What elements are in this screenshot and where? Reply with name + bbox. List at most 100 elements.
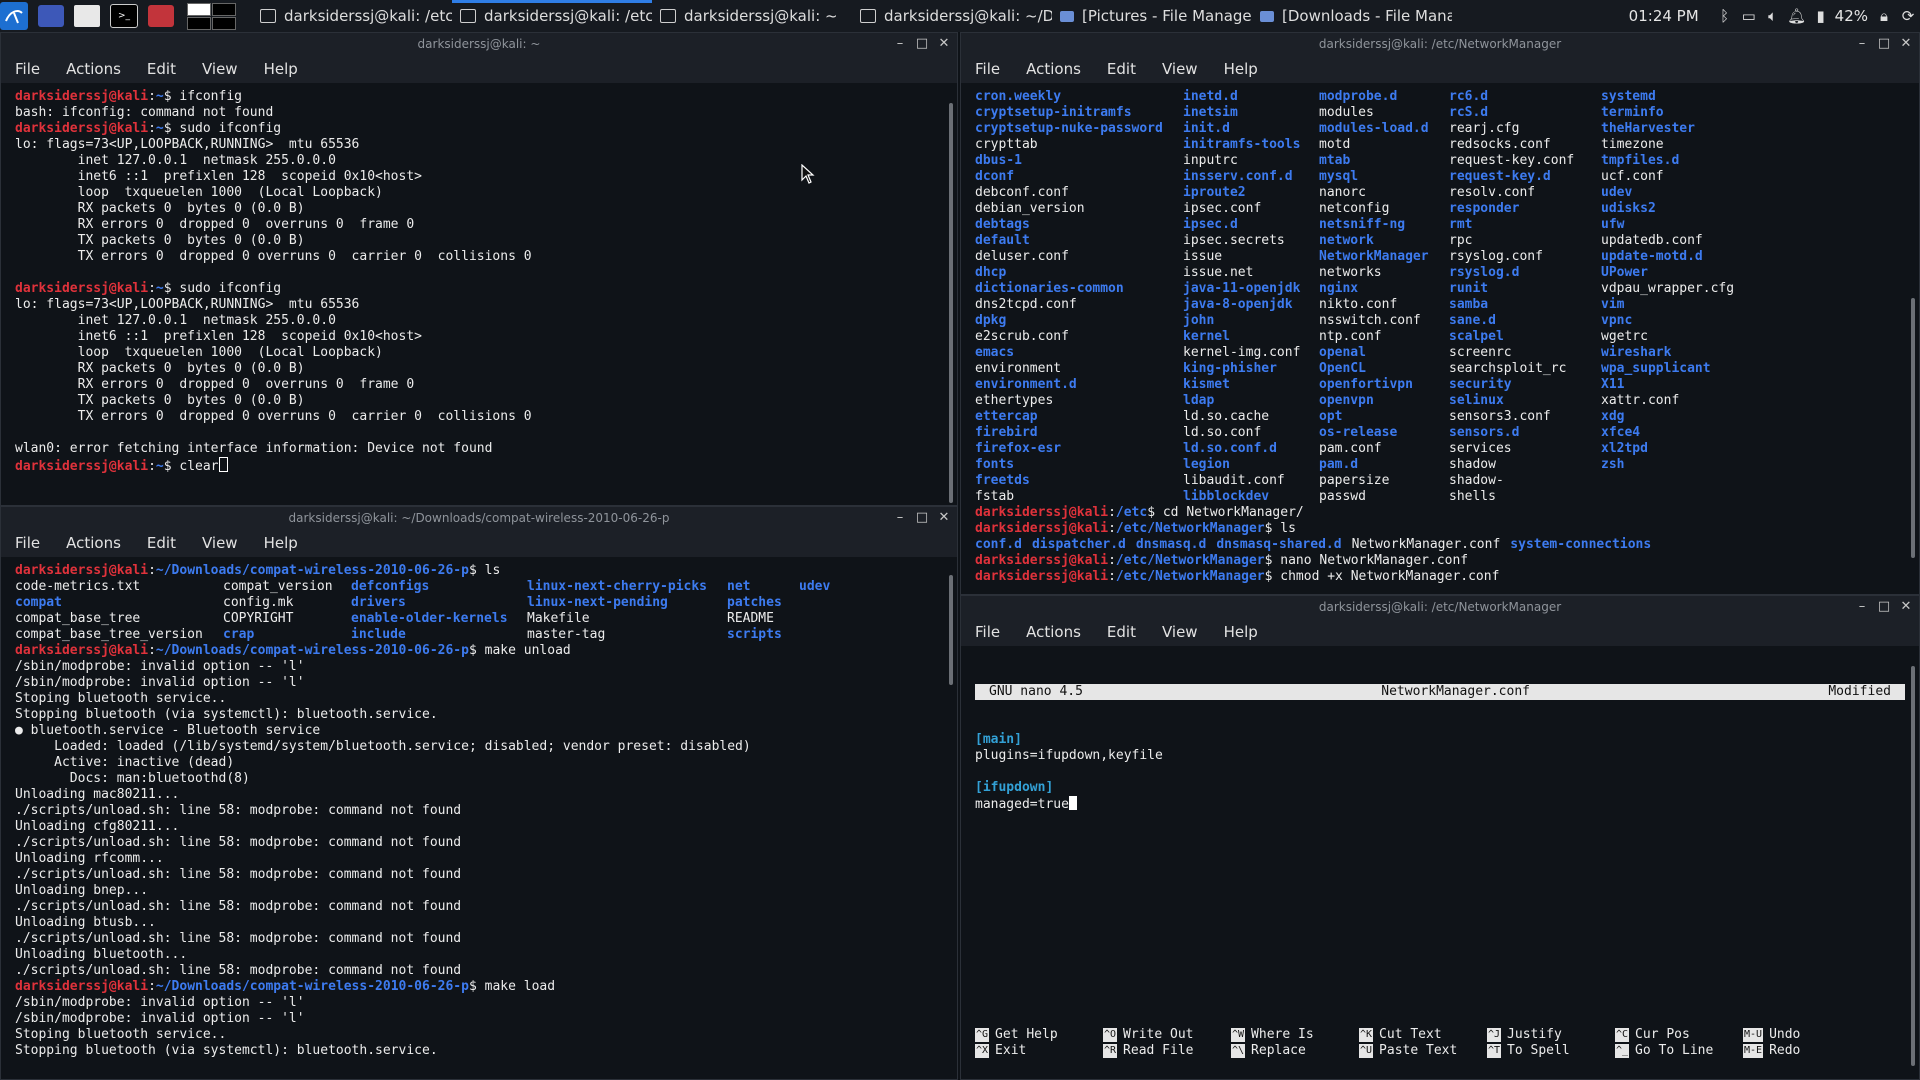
taskbar-task[interactable]: [Downloads - File Mana... <box>1252 0 1452 32</box>
nano-shortcut[interactable]: ^\ Replace <box>1231 1043 1359 1059</box>
minimize-button[interactable]: – <box>893 33 907 55</box>
nano-shortcut[interactable]: ^_ Go To Line <box>1615 1043 1743 1059</box>
taskbar-task[interactable]: darksiderssj@kali: ~ <box>652 0 852 32</box>
scrollbar[interactable] <box>949 103 953 503</box>
maximize-button[interactable]: □ <box>915 33 929 55</box>
ls-directory: OpenCL <box>1319 361 1366 376</box>
maximize-button[interactable]: □ <box>1877 596 1891 618</box>
power-icon[interactable]: ⟳ <box>1896 0 1920 32</box>
taskbar-task[interactable]: darksiderssj@kali: ~/Do... <box>852 0 1052 32</box>
minimize-button[interactable]: – <box>1855 33 1869 55</box>
config-line <box>975 764 1905 780</box>
nano-shortcut[interactable]: ^U Paste Text <box>1359 1043 1487 1059</box>
ls-directory: king-phisher <box>1183 361 1277 376</box>
nano-status: Modified <box>1828 684 1891 699</box>
taskbar-task[interactable]: darksiderssj@kali: /etc/... <box>252 0 452 32</box>
workspace-4[interactable] <box>212 16 236 30</box>
menu-actions[interactable]: Actions <box>1026 623 1081 641</box>
lock-icon[interactable]: 🔒︎ <box>1872 0 1896 32</box>
ls-directory: include <box>351 627 406 642</box>
close-button[interactable]: ✕ <box>1899 33 1913 55</box>
bluetooth-icon[interactable]: ᛒ <box>1713 0 1737 32</box>
nano-shortcut[interactable]: ^W Where Is <box>1231 1027 1359 1043</box>
ls-file: xattr.conf <box>1601 393 1680 408</box>
terminal-launcher-icon[interactable]: >_ <box>110 4 138 28</box>
menu-view[interactable]: View <box>1162 623 1198 641</box>
taskbar-task[interactable]: [Pictures - File Manager] <box>1052 0 1252 32</box>
prompt-user: darksiderssj@kali <box>975 521 1109 536</box>
scrollbar[interactable] <box>949 575 953 685</box>
ls-file: compat_version <box>223 579 333 594</box>
menu-actions[interactable]: Actions <box>66 60 121 78</box>
close-button[interactable]: ✕ <box>1899 596 1913 618</box>
output-line: Unloading cfg80211... <box>15 819 180 834</box>
ls-directory: netsniff-ng <box>1319 217 1406 232</box>
nano-shortcut[interactable]: M-E Redo <box>1743 1043 1871 1059</box>
workspace-3[interactable] <box>187 16 211 30</box>
menu-edit[interactable]: Edit <box>1107 623 1136 641</box>
minimize-button[interactable]: – <box>1855 596 1869 618</box>
menu-view[interactable]: View <box>202 60 238 78</box>
battery-icon[interactable]: ▮ <box>1809 0 1833 32</box>
close-button[interactable]: ✕ <box>937 33 951 55</box>
menu-file[interactable]: File <box>15 60 40 78</box>
menu-actions[interactable]: Actions <box>1026 60 1081 78</box>
menu-actions[interactable]: Actions <box>66 534 121 552</box>
taskbar-task[interactable]: darksiderssj@kali: /etc/... <box>452 0 652 32</box>
taskbar: >_ darksiderssj@kali: /etc/...darksiders… <box>0 0 1920 32</box>
ls-directory: tmpfiles.d <box>1601 153 1680 168</box>
ls-directory: legion <box>1183 457 1230 472</box>
shortcut-key: ^X <box>975 1044 990 1058</box>
menu-view[interactable]: View <box>202 534 238 552</box>
nano-shortcut[interactable]: ^O Write Out <box>1103 1027 1231 1043</box>
ls-directory: zsh <box>1601 457 1625 472</box>
notification-bell-icon[interactable]: 🔔︎ <box>1785 0 1809 32</box>
desktop-icon[interactable] <box>38 5 64 27</box>
terminal-output[interactable]: darksiderssj@kali:~$ ifconfig bash: ifcon… <box>1 83 957 505</box>
terminal-output[interactable]: darksiderssj@kali:~/Downloads/compat-wir… <box>1 557 957 1079</box>
close-button[interactable]: ✕ <box>937 507 951 529</box>
menu-file[interactable]: File <box>975 60 1000 78</box>
menu-edit[interactable]: Edit <box>147 534 176 552</box>
nano-shortcut[interactable]: M-U Undo <box>1743 1027 1871 1043</box>
menu-edit[interactable]: Edit <box>147 60 176 78</box>
nano-shortcut[interactable]: ^C Cur Pos <box>1615 1027 1743 1043</box>
terminal-output[interactable]: cron.weekly inetd.d modprobe.d rc6.d systemd… <box>961 83 1919 594</box>
workspace-1[interactable] <box>187 2 211 16</box>
ls-row: dhcp issue.net networks rsyslog.d UPower <box>975 265 1905 281</box>
ls-row: dns2tcpd.conf java-8-openjdk nikto.conf sam… <box>975 297 1905 313</box>
menu-edit[interactable]: Edit <box>1107 60 1136 78</box>
browser-icon[interactable] <box>148 5 174 27</box>
maximize-button[interactable]: □ <box>1877 33 1891 55</box>
menu-file[interactable]: File <box>975 623 1000 641</box>
kali-menu-icon[interactable] <box>0 2 28 30</box>
nano-shortcut[interactable]: ^J Justify <box>1487 1027 1615 1043</box>
ls-row: cron.weekly inetd.d modprobe.d rc6.d systemd <box>975 89 1905 105</box>
scrollbar[interactable] <box>1911 666 1915 1066</box>
shortcut-key: ^G <box>975 1028 990 1042</box>
menu-file[interactable]: File <box>15 534 40 552</box>
nano-shortcut[interactable]: ^T To Spell <box>1487 1043 1615 1059</box>
ls-file: ethertypes <box>975 393 1054 408</box>
workspace-2[interactable] <box>212 2 236 16</box>
menu-help[interactable]: Help <box>264 534 298 552</box>
prompt-line: darksiderssj@kali:~/Downloads/compat-wir… <box>15 643 943 659</box>
menu-help[interactable]: Help <box>264 60 298 78</box>
display-icon[interactable]: ▭ <box>1737 0 1761 32</box>
nano-shortcut[interactable]: ^R Read File <box>1103 1043 1231 1059</box>
menu-help[interactable]: Help <box>1224 623 1258 641</box>
nano-content[interactable]: [main] plugins=ifupdown,keyfile [ifupdown]… <box>975 732 1905 812</box>
nano-shortcut[interactable]: ^G Get Help <box>975 1027 1103 1043</box>
minimize-button[interactable]: – <box>893 507 907 529</box>
nano-shortcut[interactable]: ^K Cut Text <box>1359 1027 1487 1043</box>
nano-editor[interactable]: GNU nano 4.5 NetworkManager.conf Modifie… <box>961 646 1919 1079</box>
nano-shortcut[interactable]: ^X Exit <box>975 1043 1103 1059</box>
menu-view[interactable]: View <box>1162 60 1198 78</box>
scrollbar[interactable] <box>1911 298 1915 558</box>
clock[interactable]: 01:24 PM <box>1629 7 1699 25</box>
file-manager-icon[interactable] <box>74 5 100 27</box>
maximize-button[interactable]: □ <box>915 507 929 529</box>
menu-help[interactable]: Help <box>1224 60 1258 78</box>
volume-icon[interactable]: 🔈︎ <box>1761 0 1785 32</box>
workspace-switcher[interactable] <box>187 2 236 30</box>
